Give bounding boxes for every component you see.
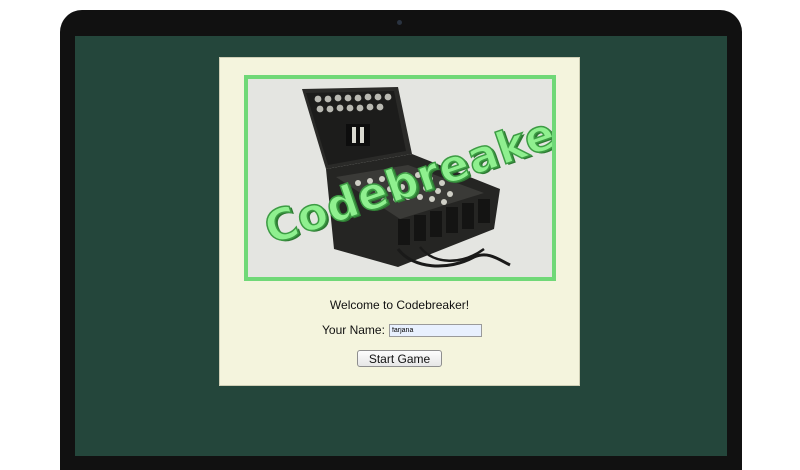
name-input[interactable]: [388, 323, 482, 337]
name-row: Your Name:: [322, 323, 482, 337]
rotor-window: [346, 124, 370, 146]
start-game-button[interactable]: Start Game: [357, 350, 442, 367]
hero-banner: Codebreaker!: [244, 75, 556, 281]
welcome-message: Welcome to Codebreaker!: [329, 298, 470, 312]
welcome-card: Codebreaker! Welcome to Codebreaker! You…: [219, 57, 580, 386]
name-label: Your Name:: [322, 323, 385, 337]
webcam-icon: [397, 20, 402, 25]
